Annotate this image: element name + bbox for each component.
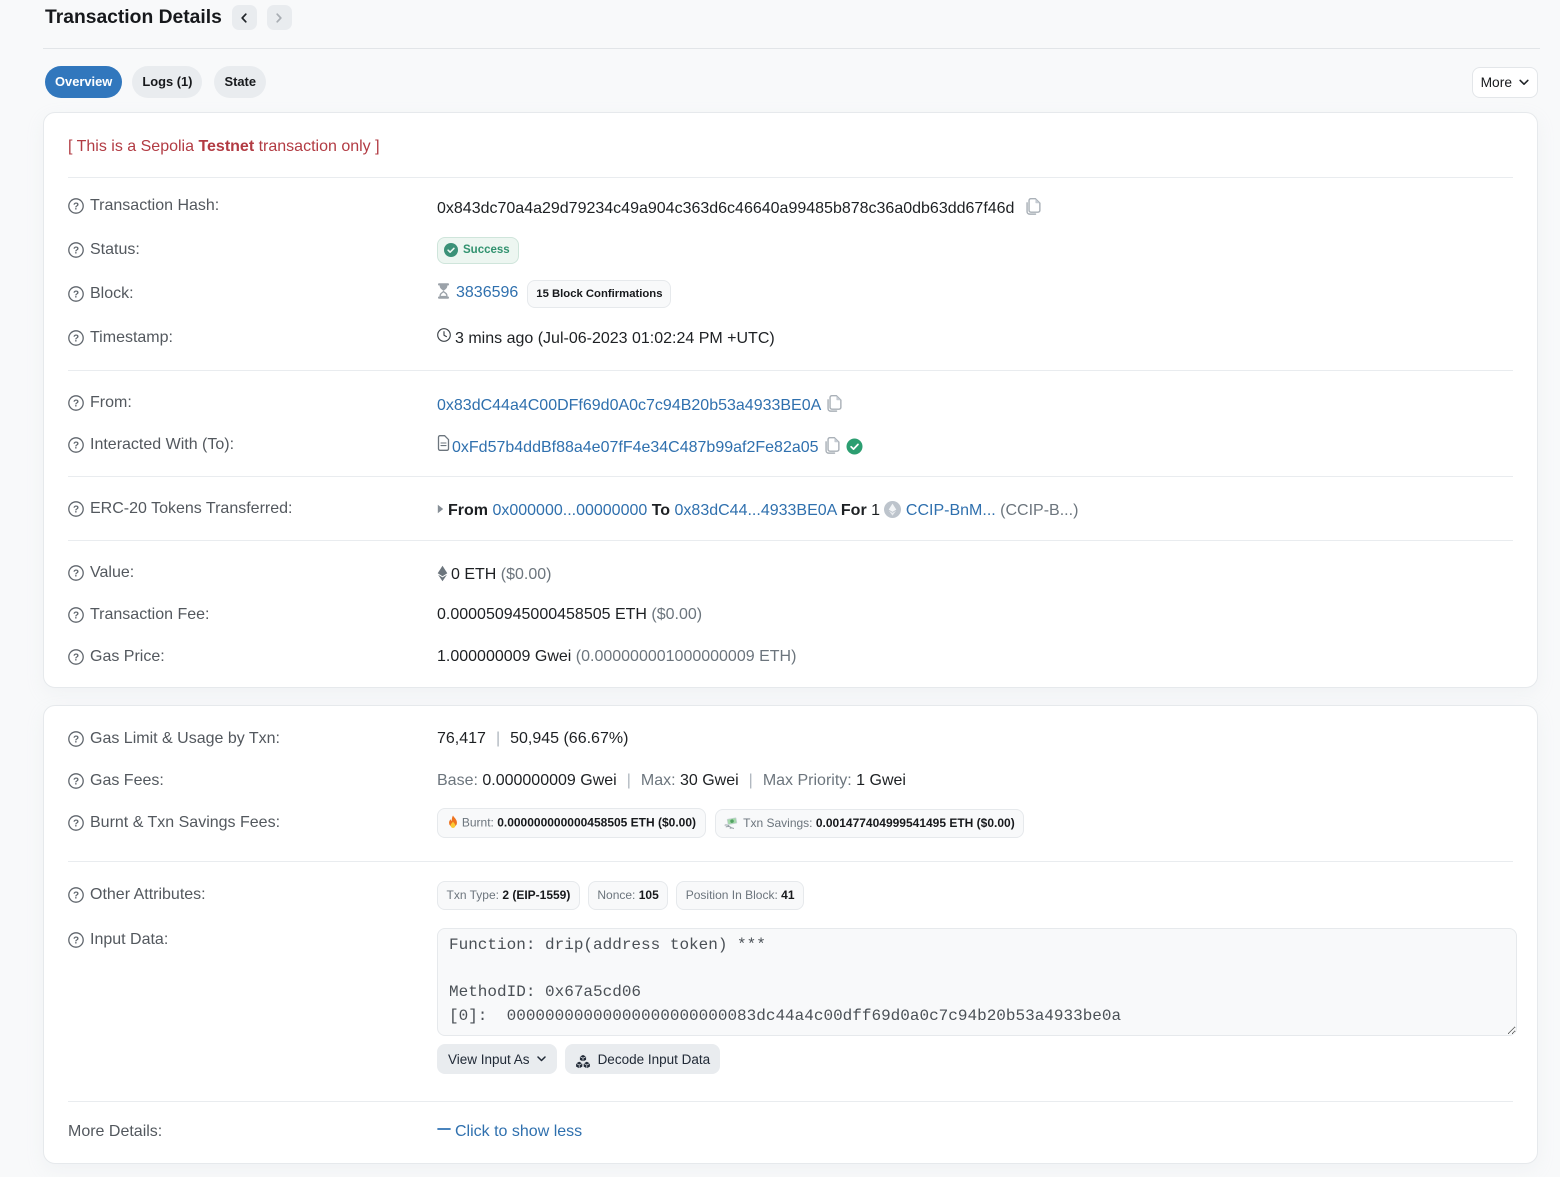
svg-text:?: ? — [73, 441, 79, 452]
svg-text:?: ? — [73, 735, 79, 746]
svg-text:?: ? — [73, 334, 79, 345]
svg-text:?: ? — [73, 653, 79, 664]
svg-text:?: ? — [73, 936, 79, 947]
svg-text:?: ? — [73, 202, 79, 213]
svg-text:?: ? — [73, 246, 79, 257]
svg-text:?: ? — [73, 505, 79, 516]
svg-text:?: ? — [73, 290, 79, 301]
svg-text:?: ? — [73, 611, 79, 622]
svg-text:?: ? — [73, 891, 79, 902]
svg-text:?: ? — [73, 819, 79, 830]
svg-text:?: ? — [73, 569, 79, 580]
svg-text:?: ? — [73, 777, 79, 788]
svg-text:?: ? — [73, 399, 79, 410]
